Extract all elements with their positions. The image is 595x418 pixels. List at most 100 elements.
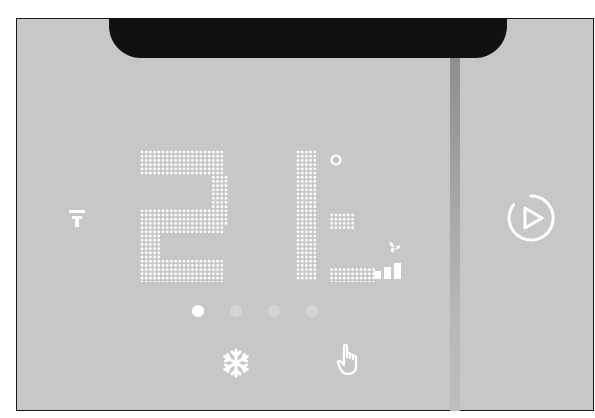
matrix-dot (351, 226, 354, 229)
matrix-dot (313, 243, 317, 246)
matrix-dot (191, 272, 194, 276)
matrix-dot (149, 226, 152, 229)
matrix-dot (207, 230, 211, 234)
matrix-dot (220, 192, 224, 196)
matrix-dot (216, 175, 219, 179)
matrix-dot (338, 272, 342, 276)
matrix-dot (186, 230, 190, 234)
matrix-dot (300, 213, 304, 217)
matrix-dot (300, 272, 304, 276)
matrix-dot (140, 217, 144, 221)
matrix-dot (182, 268, 186, 271)
matrix-dot (216, 226, 219, 229)
matrix-dot (199, 167, 203, 171)
matrix-dot (212, 196, 215, 200)
matrix-dot (330, 213, 333, 217)
matrix-dot (165, 230, 169, 234)
matrix-dot (351, 280, 354, 282)
matrix-dot (149, 259, 152, 263)
matrix-dot (199, 230, 203, 234)
matrix-dot (161, 213, 165, 217)
matrix-dot (207, 163, 211, 166)
matrix-dot (300, 175, 304, 179)
matrix-dot (216, 167, 219, 171)
matrix-dot (140, 234, 144, 238)
matrix-dot (313, 209, 317, 213)
matrix-dot (153, 276, 156, 280)
matrix-dot (149, 276, 152, 280)
page-dot-1[interactable] (192, 305, 204, 317)
snowflake-icon[interactable] (221, 348, 251, 378)
matrix-dot (207, 272, 211, 276)
matrix-dot (170, 276, 173, 280)
matrix-dot (182, 209, 186, 213)
matrix-dot (351, 272, 354, 276)
matrix-dot (296, 167, 300, 171)
matrix-dot (144, 222, 148, 225)
matrix-dot (191, 154, 194, 158)
matrix-dot (220, 268, 224, 271)
matrix-dot (300, 238, 304, 242)
matrix-dot (165, 159, 169, 162)
matrix-dot (309, 230, 312, 234)
matrix-dot (220, 188, 224, 192)
matrix-dot (334, 222, 338, 225)
matrix-dot (212, 217, 215, 221)
matrix-dot (144, 217, 148, 221)
page-dot-3[interactable] (268, 305, 280, 317)
matrix-dot (203, 280, 207, 282)
matrix-dot (338, 217, 342, 221)
matrix-dot (191, 159, 194, 162)
matrix-dot (338, 280, 342, 282)
matrix-dot (305, 230, 308, 234)
matrix-dot (153, 247, 156, 250)
matrix-dot (157, 171, 161, 175)
matrix-dot (174, 159, 177, 162)
matrix-dot (212, 259, 215, 263)
matrix-dot (220, 272, 224, 276)
matrix-dot (186, 167, 190, 171)
matrix-dot (182, 171, 186, 175)
matrix-dot (153, 209, 156, 213)
matrix-dot (372, 280, 375, 282)
matrix-dot (149, 264, 152, 267)
matrix-dot (309, 205, 312, 208)
matrix-dot (359, 272, 363, 276)
matrix-dot (351, 217, 354, 221)
matrix-dot (161, 226, 165, 229)
degree-symbol (330, 154, 342, 166)
matrix-dot (157, 222, 161, 225)
matrix-dot (178, 171, 182, 175)
matrix-dot (186, 272, 190, 276)
matrix-dot (144, 255, 148, 259)
matrix-dot (309, 222, 312, 225)
matrix-dot (207, 268, 211, 271)
page-dot-4[interactable] (306, 305, 318, 317)
antenna-icon[interactable] (68, 208, 86, 228)
matrix-dot (149, 150, 152, 154)
matrix-dot (199, 222, 203, 225)
matrix-dot (161, 167, 165, 171)
matrix-dot (305, 167, 308, 171)
matrix-dot (300, 205, 304, 208)
matrix-dot (144, 280, 148, 282)
matrix-dot (157, 280, 161, 282)
matrix-dot (165, 259, 169, 263)
matrix-dot (296, 209, 300, 213)
matrix-dot (199, 209, 203, 213)
matrix-dot (195, 259, 198, 263)
matrix-dot (191, 280, 194, 282)
matrix-dot (191, 209, 194, 213)
matrix-dot (305, 175, 308, 179)
matrix-dot (191, 259, 194, 263)
matrix-dot (212, 180, 215, 183)
matrix-dot (203, 264, 207, 267)
page-dot-2[interactable] (230, 305, 242, 317)
hand-pointer-icon[interactable] (336, 343, 362, 377)
matrix-dot (305, 238, 308, 242)
matrix-dot (178, 209, 182, 213)
matrix-dot (149, 251, 152, 255)
matrix-dot (153, 251, 156, 255)
matrix-dot (313, 247, 317, 250)
play-circle-icon[interactable] (505, 192, 557, 244)
